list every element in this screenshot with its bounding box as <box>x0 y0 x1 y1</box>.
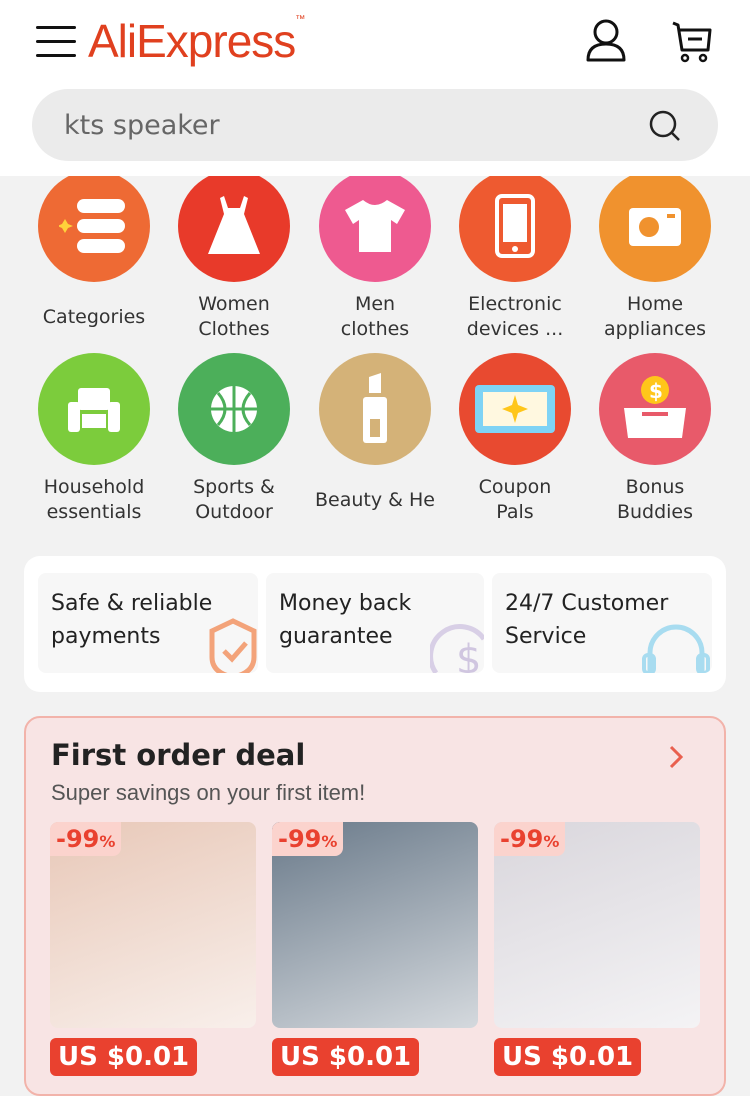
category-item[interactable]: Coupon Pals <box>445 353 585 525</box>
sofa-icon <box>38 353 150 465</box>
menu-icon[interactable] <box>36 26 76 58</box>
category-item[interactable]: Beauty & He <box>305 353 445 525</box>
category-item[interactable]: Men clothes <box>305 170 445 342</box>
discount-badge: -99% <box>494 822 566 856</box>
trust-customer-service[interactable]: 24/7 Customer Service <box>492 573 712 673</box>
first-order-deal: First order deal Super savings on your f… <box>24 716 726 1096</box>
lipstick-icon <box>319 353 431 465</box>
phone-icon <box>459 170 571 282</box>
category-label: Beauty & He <box>315 488 435 511</box>
category-label: Household essentials <box>43 476 145 523</box>
discount-badge: -99% <box>272 822 344 856</box>
shield-check-icon <box>209 618 257 673</box>
coupon-icon <box>459 353 571 465</box>
product-card[interactable]: -99% US $0.01 <box>272 822 478 1076</box>
cart-icon[interactable] <box>670 20 714 64</box>
trust-banner: Safe & reliable payments Money back guar… <box>24 556 726 692</box>
product-card[interactable]: -99% US $0.01 <box>494 822 700 1076</box>
svg-text:$: $ <box>649 379 663 403</box>
category-label: Men clothes <box>340 293 410 340</box>
category-item[interactable]: $ Bonus Buddies <box>585 353 725 525</box>
dollar-icon: $ <box>430 624 484 673</box>
headset-icon <box>642 624 710 673</box>
basketball-icon <box>178 353 290 465</box>
category-label: Sports & Outdoor <box>193 476 275 523</box>
category-label: Bonus Buddies <box>616 476 694 523</box>
chevron-right-icon[interactable] <box>668 744 684 770</box>
deal-subtitle: Super savings on your first item! <box>51 780 366 805</box>
price-badge: US $0.01 <box>494 1038 642 1076</box>
discount-badge: -99% <box>50 822 122 856</box>
price-badge: US $0.01 <box>50 1038 198 1076</box>
category-label: Coupon Pals <box>478 476 552 523</box>
product-image[interactable]: -99% <box>50 822 256 1028</box>
product-image[interactable]: -99% <box>494 822 700 1028</box>
category-label: Categories <box>42 305 146 328</box>
search-input[interactable]: kts speaker <box>32 89 718 161</box>
dress-icon <box>178 170 290 282</box>
tshirt-icon <box>319 170 431 282</box>
aliexpress-logo[interactable]: AliExpress™ <box>88 14 305 68</box>
account-icon[interactable] <box>584 18 628 64</box>
trust-safe-payments[interactable]: Safe & reliable payments <box>38 573 258 673</box>
product-image[interactable]: -99% <box>272 822 478 1028</box>
price-badge: US $0.01 <box>272 1038 420 1076</box>
category-item[interactable]: Women Clothes <box>164 170 304 342</box>
category-item[interactable]: Categories <box>24 170 164 342</box>
header: AliExpress™ kts speaker <box>0 0 750 176</box>
product-card[interactable]: -99% US $0.01 <box>50 822 256 1076</box>
svg-text:$: $ <box>456 637 481 673</box>
category-item[interactable]: Electronic devices ... <box>445 170 585 342</box>
trust-money-back[interactable]: Money back guarantee $ <box>266 573 484 673</box>
camera-icon <box>599 170 711 282</box>
category-item[interactable]: Household essentials <box>24 353 164 525</box>
piggy-bank-icon: $ <box>599 353 711 465</box>
category-item[interactable]: Sports & Outdoor <box>164 353 304 525</box>
category-label: Electronic devices ... <box>466 293 564 340</box>
search-icon[interactable] <box>648 109 682 143</box>
category-label: Women Clothes <box>198 293 270 340</box>
category-label: Home appliances <box>603 293 707 340</box>
category-item[interactable]: Home appliances <box>585 170 725 342</box>
deal-title: First order deal <box>51 738 306 772</box>
list-icon <box>38 170 150 282</box>
